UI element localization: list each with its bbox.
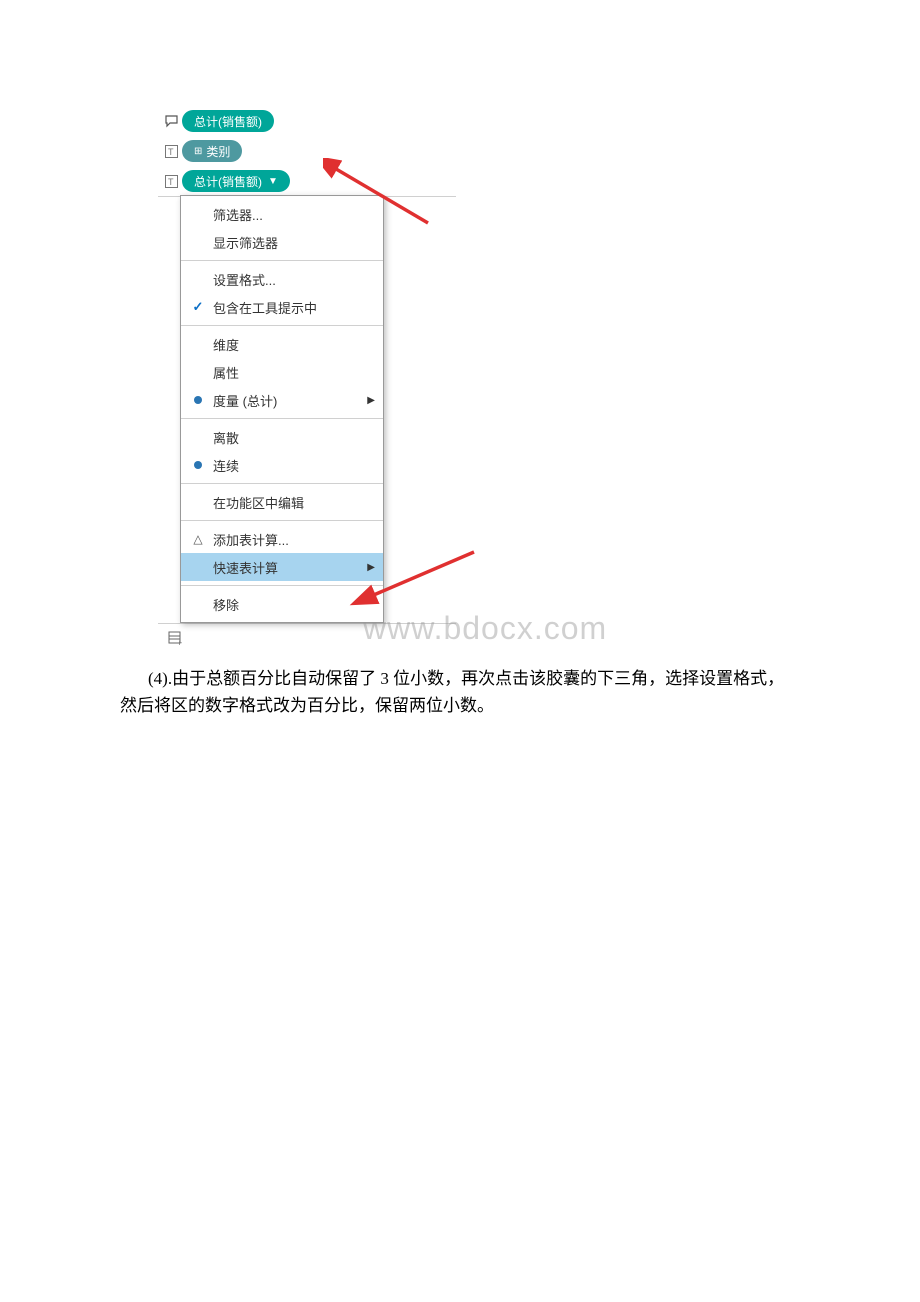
tableau-screenshot: 总计(销售额) T ⊞ 类别 T 总计(销售额) ▼ bbox=[158, 106, 456, 655]
sales-pill[interactable]: 总计(销售额) ▼ bbox=[182, 170, 290, 192]
paragraph: (4).由于总额百分比自动保留了 3 位小数，再次点击该胶囊的下三角，选择设置格… bbox=[120, 665, 800, 719]
menu-item-discrete[interactable]: 离散 bbox=[181, 423, 383, 451]
paragraph-prefix: (4). bbox=[120, 669, 172, 688]
menu-item-attribute[interactable]: 属性 bbox=[181, 358, 383, 386]
label-shelf-row-1: T ⊞ 类别 bbox=[158, 136, 456, 166]
tooltip-pill[interactable]: 总计(销售额) bbox=[182, 110, 274, 132]
menu-item-format[interactable]: 设置格式... bbox=[181, 265, 383, 293]
tooltip-shelf-row: 总计(销售额) bbox=[158, 106, 456, 136]
menu-item-dimension[interactable]: 维度 bbox=[181, 330, 383, 358]
pill-label: 总计(销售额) bbox=[194, 113, 262, 130]
plus-icon: ⊞ bbox=[194, 146, 202, 157]
chevron-right-icon: ▶ bbox=[367, 395, 375, 406]
svg-text:T: T bbox=[168, 177, 174, 187]
menu-item-show-filter[interactable]: 显示筛选器 bbox=[181, 228, 383, 256]
category-pill[interactable]: ⊞ 类别 bbox=[182, 140, 242, 162]
pill-label: 类别 bbox=[206, 143, 230, 160]
bullet-icon bbox=[194, 461, 202, 469]
menu-item-quick-table-calc[interactable]: 快速表计算 ▶ bbox=[181, 553, 383, 581]
delta-icon: △ bbox=[193, 532, 202, 546]
new-sheet-icon[interactable]: + bbox=[162, 628, 190, 652]
text-mark-icon: T bbox=[160, 145, 182, 158]
svg-text:T: T bbox=[168, 147, 174, 157]
sheet-tab-bar: + bbox=[158, 623, 456, 655]
menu-item-measure[interactable]: 度量 (总计) ▶ bbox=[181, 386, 383, 414]
bullet-icon bbox=[194, 396, 202, 404]
chevron-right-icon: ▶ bbox=[367, 562, 375, 573]
paragraph-text: 由于总额百分比自动保留了 3 位小数，再次点击该胶囊的下三角，选择设置格式，然后… bbox=[120, 669, 784, 715]
context-menu: 筛选器... 显示筛选器 设置格式... ✓ 包含在工具提示中 bbox=[180, 195, 384, 623]
svg-text:+: + bbox=[177, 638, 182, 646]
tooltip-mark-icon bbox=[160, 114, 182, 129]
pill-label: 总计(销售额) bbox=[194, 173, 262, 190]
check-icon: ✓ bbox=[193, 299, 204, 315]
menu-item-add-table-calc[interactable]: △ 添加表计算... bbox=[181, 525, 383, 553]
menu-item-continuous[interactable]: 连续 bbox=[181, 451, 383, 479]
menu-item-filter[interactable]: 筛选器... bbox=[181, 200, 383, 228]
menu-item-remove[interactable]: 移除 bbox=[181, 590, 383, 618]
chevron-down-icon[interactable]: ▼ bbox=[268, 176, 278, 187]
menu-item-edit-in-shelf[interactable]: 在功能区中编辑 bbox=[181, 488, 383, 516]
text-mark-icon: T bbox=[160, 175, 182, 188]
marks-shelf-area: 总计(销售额) T ⊞ 类别 T 总计(销售额) ▼ bbox=[158, 106, 456, 197]
label-shelf-row-2: T 总计(销售额) ▼ bbox=[158, 166, 456, 196]
menu-item-include-tooltip[interactable]: ✓ 包含在工具提示中 bbox=[181, 293, 383, 321]
